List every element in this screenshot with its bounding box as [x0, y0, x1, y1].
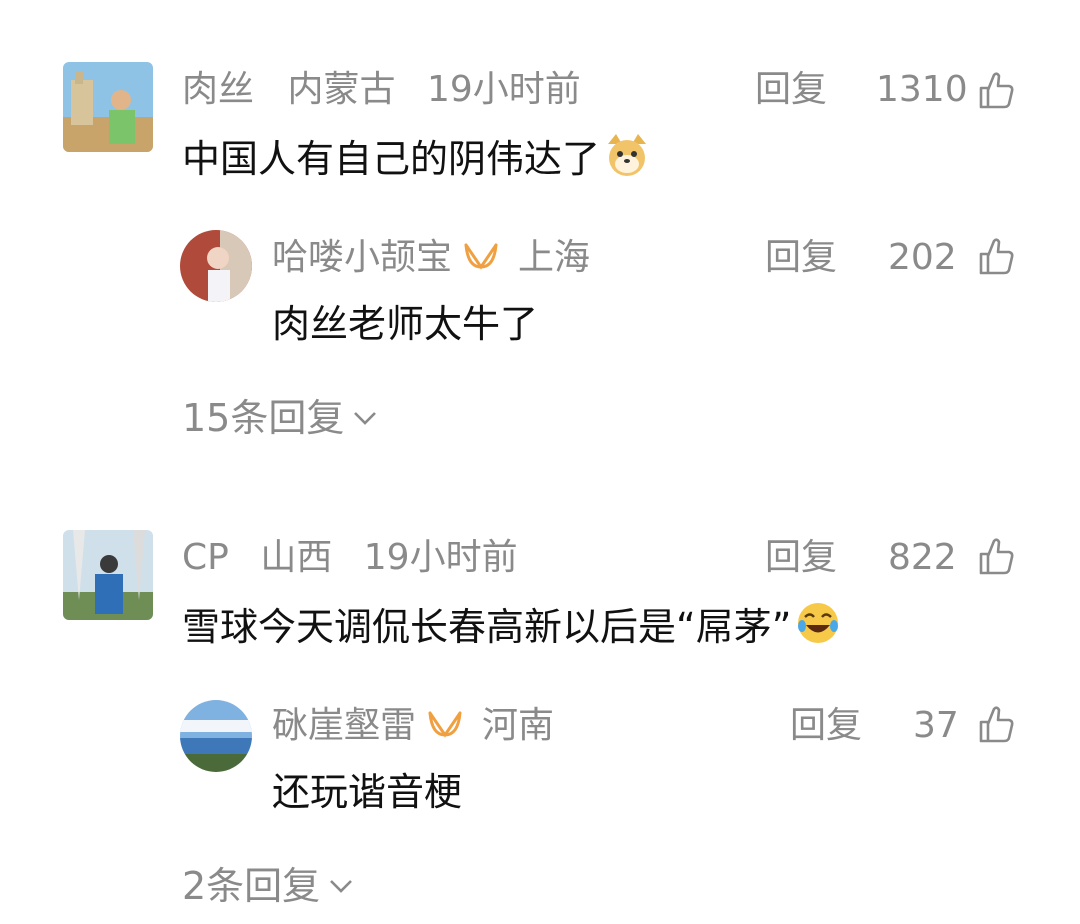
comment-text: 雪球今天调侃长春高新以后是“屌茅”: [182, 600, 841, 651]
region: 内蒙古: [287, 69, 396, 110]
like-count: 37: [913, 705, 959, 746]
reply-header: 哈喽小颉宝 上海: [272, 236, 590, 280]
reply-button[interactable]: 回复: [765, 536, 837, 580]
reply-text: 肉丝老师太牛了: [272, 302, 539, 346]
comment-header: 肉丝 内蒙古 19小时前: [182, 68, 581, 112]
thumbs-up-icon[interactable]: [978, 70, 1014, 110]
timestamp: 19小时前: [426, 69, 581, 110]
thumbs-up-icon[interactable]: [978, 704, 1014, 744]
author-badge-icon: [428, 711, 462, 738]
author-badge-icon: [464, 243, 498, 270]
username[interactable]: 砯崖壑雷: [272, 705, 416, 746]
like-count: 1310: [876, 69, 968, 110]
avatar[interactable]: [63, 530, 153, 620]
reply-button[interactable]: 回复: [765, 236, 837, 280]
username[interactable]: 肉丝: [182, 69, 254, 110]
avatar[interactable]: [180, 230, 252, 302]
reply-text: 还玩谐音梗: [272, 770, 463, 814]
reply-button[interactable]: 回复: [755, 68, 827, 112]
expand-replies-button[interactable]: 15条回复: [182, 396, 378, 440]
avatar[interactable]: [180, 700, 252, 772]
region: 上海: [518, 237, 591, 278]
comment-text: 中国人有自己的阴伟达了: [182, 132, 650, 183]
comment-header: CP 山西 19小时前: [182, 536, 518, 580]
like-count: 822: [888, 537, 957, 578]
thumbs-up-icon[interactable]: [978, 236, 1014, 276]
reply-button[interactable]: 回复: [790, 704, 862, 748]
region: 河南: [482, 705, 555, 746]
region: 山西: [260, 537, 333, 578]
expand-replies-label: 2条回复: [182, 864, 321, 908]
laugh-cry-emoji: [798, 603, 839, 643]
username[interactable]: 哈喽小颉宝: [272, 237, 452, 278]
avatar[interactable]: [63, 62, 153, 152]
timestamp: 19小时前: [363, 537, 518, 578]
like-count: 202: [888, 237, 957, 278]
username[interactable]: CP: [182, 537, 229, 578]
chevron-down-icon: [354, 412, 377, 425]
reply-header: 砯崖壑雷 河南: [272, 704, 554, 748]
expand-replies-label: 15条回复: [182, 396, 345, 440]
expand-replies-button[interactable]: 2条回复: [182, 864, 354, 908]
thumbs-up-icon[interactable]: [978, 536, 1014, 576]
doge-emoji: [608, 134, 647, 176]
chevron-down-icon: [330, 880, 353, 893]
